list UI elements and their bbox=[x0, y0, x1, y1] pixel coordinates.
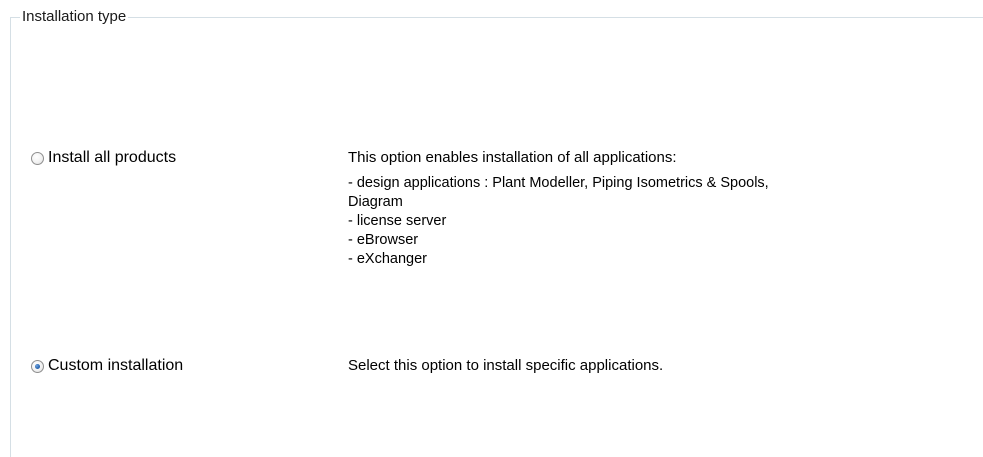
install-all-detail-line: - eXchanger bbox=[348, 251, 427, 267]
option-custom: Custom installation Select this option t… bbox=[31, 356, 983, 376]
option-install-all: Install all products This option enables… bbox=[31, 148, 983, 269]
install-all-radio[interactable] bbox=[31, 151, 44, 165]
group-title: Installation type bbox=[20, 8, 129, 26]
install-all-description: This option enables installation of all … bbox=[348, 148, 983, 269]
install-all-detail-line: - eBrowser bbox=[348, 232, 419, 248]
custom-description: Select this option to install specific a… bbox=[348, 357, 664, 374]
install-all-detail-line: Diagram bbox=[348, 194, 403, 210]
install-all-label[interactable]: Install all products bbox=[48, 148, 176, 168]
install-all-description-lead: This option enables installation of all … bbox=[348, 149, 677, 166]
custom-radio[interactable] bbox=[31, 359, 44, 373]
install-all-detail-line: - design applications : Plant Modeller, … bbox=[348, 175, 769, 191]
custom-radio-option[interactable]: Custom installation bbox=[31, 356, 348, 376]
install-all-radio-option[interactable]: Install all products bbox=[31, 148, 348, 168]
custom-label[interactable]: Custom installation bbox=[48, 356, 183, 376]
install-all-detail-line: - license server bbox=[348, 213, 447, 229]
